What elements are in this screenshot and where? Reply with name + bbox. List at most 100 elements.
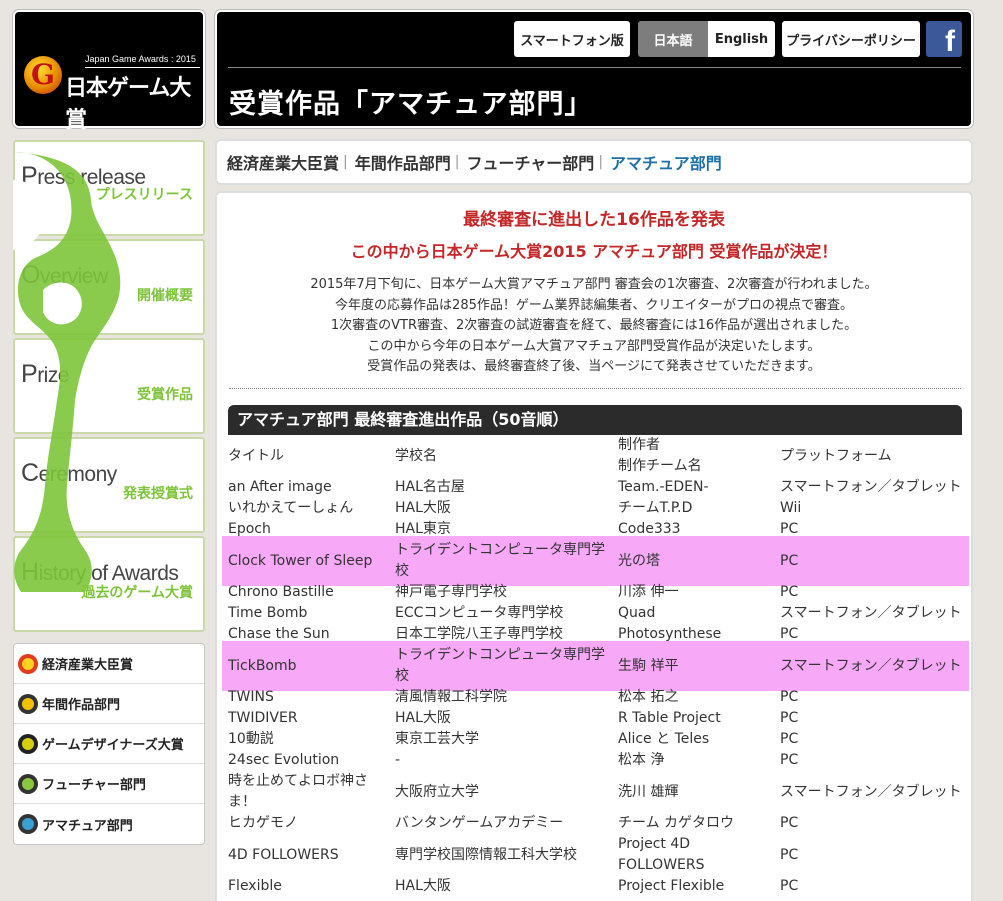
table-cell: TickBomb [228, 657, 297, 674]
table-cell: PC [780, 815, 799, 831]
table-cell: TWINS [228, 689, 274, 705]
english-language-button[interactable]: English [708, 21, 775, 57]
dotted-divider [229, 388, 961, 389]
table-cell: 4D FOLLOWERS [228, 846, 339, 863]
table-cell: ヒカゲモノ [228, 815, 298, 831]
table-cell: スマートフォン／タブレット [780, 657, 962, 674]
page-header: スマートフォン版 日本語 English プライバシーポリシー f 受賞作品「ア… [215, 10, 973, 128]
table-cell: ECCコンピュータ専門学校 [395, 605, 564, 621]
tab-minister-award[interactable]: 経済産業大臣賞 [227, 150, 339, 174]
table-cell: Team.-EDEN- [618, 479, 709, 495]
table-cell: 松本 浄 [618, 752, 665, 768]
table-cell: 24sec Evolution [228, 752, 340, 768]
table-cell: トライデントコンピュータ専門学校 [395, 647, 605, 684]
category-item-amateur[interactable]: アマチュア部門 [14, 804, 204, 844]
g-badge-icon [18, 653, 38, 674]
category-item-annual-works[interactable]: 年間作品部門 [14, 684, 204, 724]
table-row: 4D FOLLOWERS 専門学校国際情報工科大学校 Project 4D FOLL… [222, 834, 969, 876]
table-cell: スマートフォン／タブレット [780, 479, 962, 495]
main-content: 最終審査に進出した16作品を発表 この中から日本ゲーム大賞2015 アマチュア部… [215, 191, 973, 901]
table-cell: 東京工芸大学 [395, 731, 479, 747]
column-header: 制作者 制作チーム名 [618, 437, 702, 474]
site-logo[interactable]: G Japan Game Awards : 2015 日本ゲーム大賞 [13, 10, 205, 133]
tab-amateur[interactable]: アマチュア部門 [610, 150, 722, 174]
table-row: 時を止めてよロボ神さま！ 大阪府立大学 洗川 雄輝 スマートフォン／タブレット [222, 771, 969, 813]
column-header: タイトル [228, 447, 284, 464]
nav-tile-prize[interactable]: Prize 受賞作品 [13, 338, 205, 434]
table-cell: チーム カゲタロウ [618, 815, 735, 831]
table-row: TWINS 清風情報工科学院 松本 拓之 PC [222, 687, 969, 708]
table-cell: バンタンゲームアカデミー [395, 815, 564, 831]
table-cell: 時を止めてよロボ神さま！ [228, 773, 368, 810]
header-divider [228, 67, 961, 68]
table-cell: an After image [228, 479, 332, 495]
table-cell: いれかえてーしょん [228, 500, 354, 516]
page-title: 受賞作品「アマチュア部門」 [229, 89, 593, 120]
table-cell: 大阪府立大学 [395, 783, 479, 800]
table-row: 10動説 東京工芸大学 Alice と Teles PC [222, 729, 969, 750]
table-cell: 清風情報工科学院 [395, 689, 507, 705]
category-item-future[interactable]: フューチャー部門 [14, 764, 204, 804]
column-header: 学校名 [395, 447, 437, 464]
table-cell: Chrono Bastille [228, 584, 334, 600]
table-header-row: タイトル 学校名 制作者 制作チーム名 プラットフォーム [222, 435, 969, 477]
table-cell: PC [780, 878, 799, 894]
table-cell: R Table Project [618, 710, 721, 726]
table-row: Flexible HAL大阪 Project Flexible PC [222, 876, 969, 897]
table-cell: - [395, 752, 401, 768]
tab-separator: | [454, 154, 460, 170]
tab-annual-works[interactable]: 年間作品部門 [355, 150, 451, 174]
table-cell: HAL大阪 [395, 500, 451, 516]
table-cell: PC [780, 752, 799, 768]
table-row: Time Bomb ECCコンピュータ専門学校 Quad スマートフォン／タブレット [222, 603, 969, 624]
facebook-icon[interactable]: f [926, 21, 962, 57]
table-row: TickBomb トライデントコンピュータ専門学校 生駒 祥平 スマートフォン／タブレ… [222, 641, 969, 691]
table-cell: PC [780, 552, 799, 569]
table-cell: チームT.P.D [618, 500, 693, 516]
table-cell: PC [780, 731, 799, 747]
table-cell: 専門学校国際情報工科大学校 [395, 846, 577, 863]
table-cell: Project 4D FOLLOWERS [618, 836, 705, 873]
table-cell: トライデントコンピュータ専門学校 [395, 542, 605, 579]
table-cell: 洗川 雄輝 [618, 783, 679, 800]
logo-divider [85, 67, 200, 68]
table-cell: 10動説 [228, 731, 274, 747]
nav-tile-history-of-awards[interactable]: History of Awards 過去のゲーム大賞 [13, 536, 205, 632]
japanese-language-button[interactable]: 日本語 [638, 21, 708, 57]
table-cell: PC [780, 689, 799, 705]
g-logo-icon: G [24, 56, 62, 94]
table-cell: 光の塔 [618, 552, 660, 569]
table-row: Chrono Bastille 神戸電子専門学校 川添 伸一 PC [222, 582, 969, 603]
nav-tile-press-release[interactable]: Press release プレスリリース [13, 140, 205, 236]
logo-title: 日本ゲーム大賞 [65, 76, 191, 133]
subheadline: この中から日本ゲーム大賞2015 アマチュア部門 受賞作品が決定！ [350, 242, 838, 261]
table-cell: Alice と Teles [618, 731, 710, 747]
table-cell: Wii [780, 500, 802, 516]
finalist-list-title: アマチュア部門 最終審査進出作品（50音順） [228, 405, 962, 435]
tab-future[interactable]: フューチャー部門 [466, 150, 594, 174]
olive-dot-icon [18, 733, 38, 754]
table-cell: PC [780, 584, 799, 600]
table-row: ヒカゲモノ バンタンゲームアカデミー チーム カゲタロウ PC [222, 813, 969, 834]
table-cell: Project Flexible [618, 878, 725, 894]
tab-separator: | [598, 154, 604, 170]
table-cell: スマートフォン／タブレット [780, 783, 962, 800]
category-list: 経済産業大臣賞 年間作品部門 ゲームデザイナーズ大賞 フューチャー部門 アマチュ… [13, 643, 205, 845]
table-cell: PC [780, 846, 799, 863]
table-cell: 神戸電子専門学校 [395, 584, 507, 600]
table-row: 24sec Evolution - 松本 浄 PC [222, 750, 969, 771]
category-item-minister-award[interactable]: 経済産業大臣賞 [14, 644, 204, 684]
logo-subtitle: Japan Game Awards : 2015 [85, 54, 196, 64]
table-row: TWIDIVER HAL大阪 R Table Project PC [222, 708, 969, 729]
table-cell: Clock Tower of Sleep [228, 552, 373, 569]
nav-tile-overview[interactable]: Overview 開催概要 [13, 239, 205, 335]
table-cell: 生駒 祥平 [618, 657, 679, 674]
privacy-policy-button[interactable]: プライバシーポリシー [782, 21, 920, 57]
category-item-game-designers[interactable]: ゲームデザイナーズ大賞 [14, 724, 204, 764]
smartphone-version-button[interactable]: スマートフォン版 [514, 21, 630, 57]
nav-tile-ceremony[interactable]: Ceremony 発表授賞式 [13, 437, 205, 533]
table-cell: TWIDIVER [228, 710, 298, 726]
table-cell: Quad [618, 605, 656, 621]
table-cell: Flexible [228, 878, 282, 894]
table-cell: HAL大阪 [395, 878, 451, 894]
